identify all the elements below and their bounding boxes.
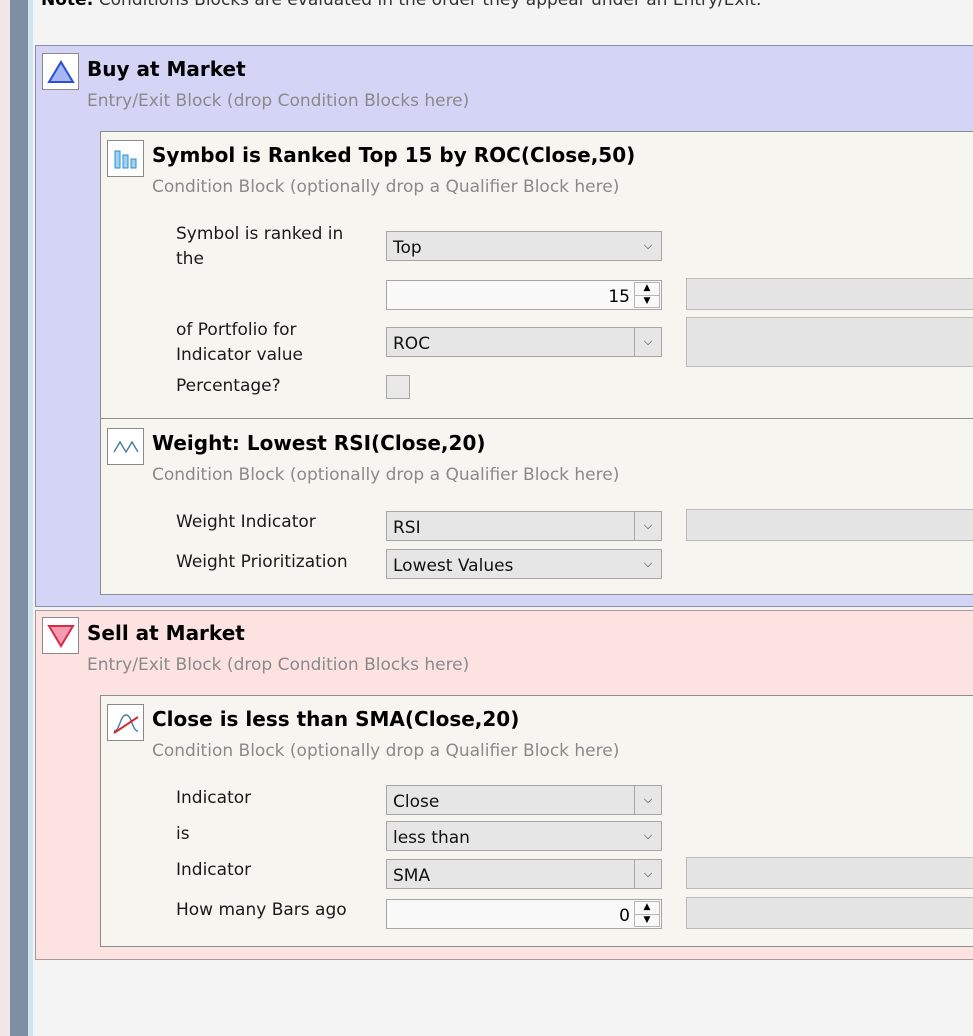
indicator1-value: Close (393, 792, 440, 812)
portfolio-label-line1: of Portfolio for (176, 320, 297, 340)
crossover-icon (107, 704, 144, 741)
weight-condition-subtitle: Condition Block (optionally drop a Quali… (152, 465, 620, 485)
caret-up-icon[interactable]: ▲ (635, 283, 659, 296)
ranked-label-line2: the (176, 249, 204, 269)
crossover-condition-title: Close is less than SMA(Close,20) (152, 707, 520, 731)
chevron-down-icon[interactable]: ⌵ (634, 512, 661, 540)
caret-down-icon[interactable]: ▼ (635, 296, 659, 308)
weight-prioritization-select[interactable]: Lowest Values ⌵ (386, 549, 662, 579)
rank-count-extra-field (686, 278, 973, 310)
bars-ago-stepper[interactable]: 0 ▲ ▼ (386, 899, 662, 929)
rank-indicator-value: ROC (393, 334, 431, 354)
bars-ago-extra-field (686, 897, 973, 929)
rank-indicator-params[interactable] (686, 317, 973, 367)
triangle-up-icon (42, 53, 79, 90)
window-frame-inner (28, 0, 33, 1036)
chevron-down-icon: ⌵ (643, 239, 653, 252)
ranked-label-line1: Symbol is ranked in (176, 224, 344, 244)
indicator2-select[interactable]: SMA ⌵ (386, 859, 662, 889)
rank-direction-select[interactable]: Top ⌵ (386, 231, 662, 261)
weight-indicator-params[interactable] (686, 509, 973, 541)
weight-prioritization-value: Lowest Values (393, 556, 514, 576)
comparison-label: is (176, 824, 190, 844)
window-frame-border (10, 0, 28, 1036)
caret-up-icon[interactable]: ▲ (635, 902, 659, 915)
chevron-down-icon[interactable]: ⌵ (634, 786, 661, 814)
indicator2-value: SMA (393, 866, 431, 886)
window-frame-left (0, 0, 10, 1036)
weight-condition-title: Weight: Lowest RSI(Close,20) (152, 431, 486, 455)
sell-block-title: Sell at Market (87, 621, 245, 645)
bars-ago-label: How many Bars ago (176, 900, 347, 920)
wave-icon (107, 428, 144, 465)
caret-down-icon[interactable]: ▼ (635, 915, 659, 927)
indicator2-label: Indicator (176, 860, 252, 880)
buy-block-title: Buy at Market (87, 57, 246, 81)
rank-condition-subtitle: Condition Block (optionally drop a Quali… (152, 177, 620, 197)
rank-condition-title: Symbol is Ranked Top 15 by ROC(Close,50) (152, 143, 636, 167)
weight-indicator-value: RSI (393, 518, 421, 538)
chevron-down-icon: ⌵ (643, 829, 653, 842)
comparison-select[interactable]: less than ⌵ (386, 821, 662, 851)
indicator2-params[interactable] (686, 857, 973, 889)
rank-count-value: 15 (608, 286, 630, 307)
weight-prioritization-label: Weight Prioritization (176, 552, 348, 572)
rank-indicator-select[interactable]: ROC ⌵ (386, 327, 662, 357)
chevron-down-icon[interactable]: ⌵ (634, 328, 661, 356)
rank-direction-value: Top (393, 238, 422, 258)
weight-indicator-label: Weight Indicator (176, 512, 316, 532)
percentage-checkbox[interactable] (386, 375, 410, 399)
indicator1-label: Indicator (176, 788, 252, 808)
chevron-down-icon: ⌵ (643, 557, 653, 570)
chevron-down-icon[interactable]: ⌵ (634, 860, 661, 888)
bars-ago-value: 0 (619, 905, 630, 926)
rank-count-stepper[interactable]: 15 ▲ ▼ (386, 280, 662, 310)
weight-indicator-select[interactable]: RSI ⌵ (386, 511, 662, 541)
note-label: Note: (41, 0, 94, 10)
stepper-buttons[interactable]: ▲ ▼ (634, 901, 660, 927)
indicator1-select[interactable]: Close ⌵ (386, 785, 662, 815)
percentage-label: Percentage? (176, 376, 281, 396)
comparison-value: less than (393, 828, 470, 848)
triangle-down-icon (42, 617, 79, 654)
stepper-buttons[interactable]: ▲ ▼ (634, 282, 660, 308)
sell-block-subtitle: Entry/Exit Block (drop Condition Blocks … (87, 655, 470, 675)
buy-block-subtitle: Entry/Exit Block (drop Condition Blocks … (87, 91, 470, 111)
portfolio-label-line2: Indicator value (176, 345, 303, 365)
note-body: Conditions Blocks are evaluated in the o… (98, 0, 762, 10)
note-text: Note: Conditions Blocks are evaluated in… (41, 0, 761, 10)
crossover-condition-subtitle: Condition Block (optionally drop a Quali… (152, 741, 620, 761)
bar-chart-icon (107, 140, 144, 177)
